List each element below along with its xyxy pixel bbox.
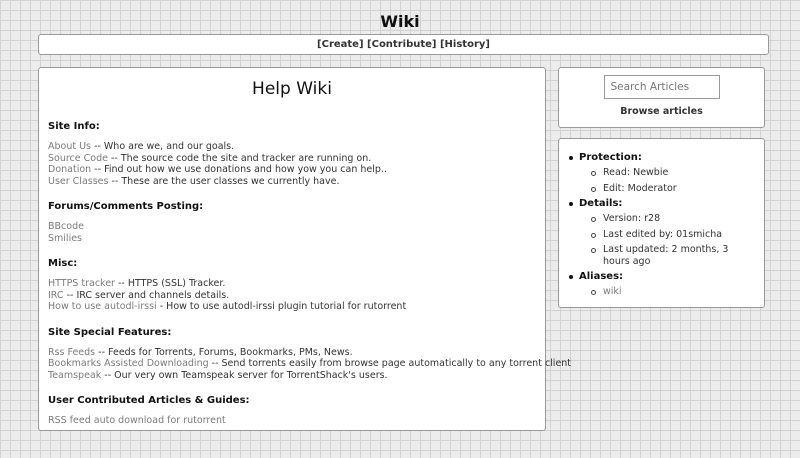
- version-info: Version: r28: [579, 213, 754, 225]
- section-title: Forums/Comments Posting:: [48, 201, 204, 212]
- last-edited-user: 01smicha: [676, 228, 723, 240]
- article-link[interactable]: RSS feed auto download for rutorrent: [48, 415, 226, 426]
- article-entry: BBcode: [48, 221, 536, 233]
- article-link[interactable]: Donation: [48, 164, 91, 175]
- article-link[interactable]: Bookmarks Assisted Downloading: [48, 358, 209, 369]
- article-description: -- Send torrents easily from browse page…: [208, 358, 572, 369]
- article-link[interactable]: User Classes: [48, 176, 108, 187]
- section-title: Site Info:: [48, 121, 100, 132]
- wiki-article-panel: Help Wiki Site Info: About Us -- Who are…: [38, 67, 571, 431]
- last-edited-label: Last edited by:: [603, 228, 677, 240]
- article-entry: Bookmarks Assisted Downloading -- Send t…: [48, 358, 571, 370]
- edit-permission: Edit: Moderator: [579, 183, 754, 195]
- protection-section: Protection: Read: Newbie Edit: Moderator: [569, 152, 754, 194]
- article-entry: How to use autodl-irssi - How to use aut…: [48, 301, 536, 313]
- article-heading: Help Wiki: [252, 79, 332, 99]
- article-description: -- IRC server and channels details.: [63, 289, 230, 301]
- article-entry: Rss Feeds -- Feeds for Torrents, Forums,…: [48, 347, 536, 359]
- article-entry: HTTPS tracker -- HTTPS (SSL) Tracker.: [48, 278, 536, 290]
- article-link[interactable]: IRC: [48, 290, 64, 301]
- last-updated-info: Last updated: 2 months, 3 hours ago: [579, 244, 754, 267]
- article-description: -- Find out how we use donations and how…: [91, 164, 387, 175]
- aliases-section: Aliases: wiki: [569, 271, 754, 298]
- article-entry: RSS feed auto download for rutorrent: [48, 415, 536, 427]
- article-entry: User Classes -- These are the user class…: [48, 176, 536, 188]
- browse-articles-link[interactable]: Browse articles: [559, 106, 764, 117]
- article-description: - How to use autodl-irssi plugin tutoria…: [156, 301, 407, 312]
- article-description: -- Feeds for Torrents, Forums, Bookmarks…: [95, 346, 353, 358]
- wiki-linkbox: [Create] [Contribute] [History]: [38, 34, 769, 55]
- article-link[interactable]: Teamspeak: [48, 370, 101, 381]
- section-title: Site Special Features:: [48, 326, 172, 338]
- details-title: Details:: [579, 198, 623, 209]
- article-link[interactable]: How to use autodl-irssi: [48, 301, 157, 312]
- article-link[interactable]: BBcode: [48, 221, 84, 232]
- article-link[interactable]: Smilies: [48, 233, 82, 244]
- last-edited-info: Last edited by: 01smicha: [579, 229, 754, 241]
- article-entry: Smilies: [48, 233, 536, 245]
- article-info-panel: Protection: Read: Newbie Edit: Moderator…: [558, 138, 765, 308]
- article-description: -- These are the user classes we current…: [108, 175, 340, 187]
- create-link[interactable]: [Create]: [317, 39, 364, 50]
- article-description: -- Our very own Teamspeak server for Tor…: [101, 369, 388, 381]
- details-section: Details: Version: r28 Last edited by: 01…: [569, 198, 754, 267]
- article-description: -- The source code the site and tracker …: [107, 152, 372, 164]
- article-link[interactable]: Source Code: [48, 153, 108, 164]
- page-title: Wiki: [380, 12, 420, 31]
- article-entry: Teamspeak -- Our very own Teamspeak serv…: [48, 370, 536, 382]
- read-permission: Read: Newbie: [579, 167, 754, 179]
- article-link[interactable]: Rss Feeds: [48, 347, 95, 358]
- search-articles-input[interactable]: [603, 75, 720, 99]
- section-title: Misc:: [48, 258, 78, 269]
- aliases-title: Aliases:: [579, 271, 624, 282]
- alias-link[interactable]: wiki: [603, 286, 622, 297]
- search-panel: Browse articles: [558, 67, 765, 128]
- contribute-link[interactable]: [Contribute]: [367, 39, 436, 50]
- article-link[interactable]: HTTPS tracker: [48, 278, 115, 289]
- article-description: -- HTTPS (SSL) Tracker.: [114, 278, 226, 289]
- article-link[interactable]: About Us: [48, 141, 91, 152]
- alias-item: wiki: [579, 286, 754, 298]
- history-link[interactable]: [History]: [440, 39, 490, 50]
- protection-title: Protection:: [579, 152, 642, 163]
- article-entry: Donation -- Find out how we use donation…: [48, 164, 536, 176]
- article-description: -- Who are we, and our goals.: [91, 141, 235, 152]
- article-entry: Source Code -- The source code the site …: [48, 153, 536, 165]
- article-entry: IRC -- IRC server and channels details.: [48, 290, 536, 302]
- article-entry: About Us -- Who are we, and our goals.: [48, 141, 536, 153]
- section-title: User Contributed Articles & Guides:: [48, 395, 250, 406]
